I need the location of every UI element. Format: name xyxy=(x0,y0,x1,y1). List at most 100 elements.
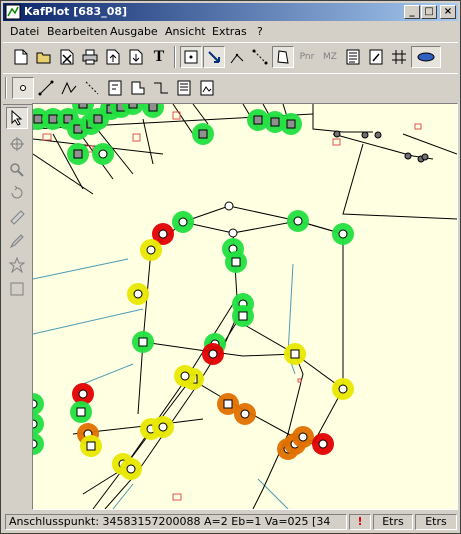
survey-point[interactable] xyxy=(33,419,38,429)
survey-point[interactable] xyxy=(198,129,208,139)
pencil-icon[interactable] xyxy=(6,230,28,252)
coordinate-system-2: Etrs xyxy=(415,514,457,530)
left-toolbar xyxy=(3,104,31,509)
survey-point[interactable] xyxy=(318,439,328,449)
zoom-icon[interactable] xyxy=(6,159,28,181)
survey-point[interactable] xyxy=(253,115,263,125)
survey-point[interactable] xyxy=(223,399,233,409)
survey-point[interactable] xyxy=(73,149,83,159)
menu-help[interactable]: ? xyxy=(257,25,263,38)
menu-ansicht[interactable]: Ansicht xyxy=(165,25,206,38)
new-file-icon[interactable] xyxy=(10,46,32,68)
export-file-icon[interactable] xyxy=(102,46,124,68)
anschlusspunkt-status: Anschlusspunkt: 34583157200088 A=2 Eb=1 … xyxy=(5,514,347,530)
menu-extras[interactable]: Extras xyxy=(212,25,247,38)
survey-point[interactable] xyxy=(238,311,248,321)
survey-point[interactable] xyxy=(270,117,280,127)
distance-line-icon[interactable] xyxy=(249,46,271,68)
survey-point[interactable] xyxy=(240,409,250,419)
menu-bearbeiten[interactable]: Bearbeiten xyxy=(47,25,107,38)
survey-point[interactable] xyxy=(286,119,296,129)
app-icon xyxy=(5,4,21,20)
survey-point[interactable] xyxy=(138,337,148,347)
mz-button[interactable]: MZ xyxy=(319,46,341,68)
text-tool-button[interactable]: T xyxy=(148,46,170,68)
survey-point[interactable] xyxy=(158,422,168,432)
star-icon[interactable] xyxy=(6,254,28,276)
survey-point[interactable] xyxy=(421,153,429,161)
survey-point[interactable] xyxy=(93,114,103,124)
survey-point[interactable] xyxy=(228,228,238,238)
survey-point[interactable] xyxy=(178,217,188,227)
pnr-button[interactable]: Pnr xyxy=(296,46,318,68)
point-tool-icon[interactable] xyxy=(12,77,34,99)
survey-points xyxy=(33,104,429,480)
survey-point[interactable] xyxy=(48,114,58,124)
survey-point[interactable] xyxy=(148,104,158,112)
maximize-button[interactable]: □ xyxy=(421,5,437,19)
survey-point[interactable] xyxy=(33,399,38,409)
survey-point[interactable] xyxy=(158,229,168,239)
line-tool-icon[interactable] xyxy=(35,77,57,99)
survey-point[interactable] xyxy=(208,349,218,359)
survey-point[interactable] xyxy=(224,201,234,211)
survey-point[interactable] xyxy=(33,114,43,124)
close-button[interactable]: × xyxy=(440,5,456,19)
survey-point[interactable] xyxy=(338,229,348,239)
toolbar-grip xyxy=(5,77,7,99)
text-block-icon[interactable] xyxy=(173,77,195,99)
rotate-icon[interactable] xyxy=(6,182,28,204)
survey-point[interactable] xyxy=(98,149,108,159)
menu-bar: Datei Bearbeiten Ausgabe Ansicht Extras … xyxy=(3,22,458,41)
minimize-button[interactable]: _ xyxy=(404,5,420,19)
crosshair-icon[interactable] xyxy=(6,133,28,155)
open-folder-icon[interactable] xyxy=(33,46,55,68)
survey-point[interactable] xyxy=(86,441,96,451)
ellipse-tool-icon[interactable] xyxy=(411,46,441,68)
delete-file-icon[interactable] xyxy=(56,46,78,68)
window-title: KafPlot [683_08] xyxy=(24,5,128,18)
survey-point[interactable] xyxy=(76,407,86,417)
survey-point[interactable] xyxy=(404,152,412,160)
rectangle-icon[interactable] xyxy=(6,278,28,300)
select-cursor-icon[interactable] xyxy=(6,107,28,129)
survey-point[interactable] xyxy=(133,289,143,299)
select-arrow-icon[interactable] xyxy=(203,46,225,68)
survey-point[interactable] xyxy=(33,439,38,449)
survey-point[interactable] xyxy=(361,131,369,139)
polyline-tool-icon[interactable] xyxy=(58,77,80,99)
step-line-icon[interactable] xyxy=(150,77,172,99)
menu-ausgabe[interactable]: Ausgabe xyxy=(110,25,158,38)
edit-document-icon[interactable] xyxy=(365,46,387,68)
ruler-icon[interactable] xyxy=(6,206,28,228)
print-icon[interactable] xyxy=(79,46,101,68)
survey-point[interactable] xyxy=(126,464,136,474)
map-canvas[interactable] xyxy=(32,103,458,510)
survey-point[interactable] xyxy=(290,349,300,359)
dashed-line-tool-icon[interactable] xyxy=(81,77,103,99)
import-file-icon[interactable] xyxy=(125,46,147,68)
angle-measure-icon[interactable] xyxy=(226,46,248,68)
parcel-sketch-icon[interactable] xyxy=(127,77,149,99)
survey-point[interactable] xyxy=(78,389,88,399)
survey-point[interactable] xyxy=(146,245,156,255)
document-list-icon[interactable] xyxy=(342,46,364,68)
image-document-icon[interactable] xyxy=(196,77,218,99)
survey-point[interactable] xyxy=(293,216,303,226)
warning-indicator: ! xyxy=(349,514,371,530)
survey-point[interactable] xyxy=(374,131,382,139)
survey-point[interactable] xyxy=(128,104,138,109)
parcel-shape-icon[interactable] xyxy=(272,46,294,68)
survey-point[interactable] xyxy=(298,432,308,442)
survey-point[interactable] xyxy=(338,384,348,394)
survey-point[interactable] xyxy=(78,104,88,109)
grid-icon[interactable] xyxy=(388,46,410,68)
point-frame-icon[interactable] xyxy=(180,46,202,68)
field-book-icon[interactable] xyxy=(104,77,126,99)
survey-point[interactable] xyxy=(333,130,341,138)
status-bar: Anschlusspunkt: 34583157200088 A=2 Eb=1 … xyxy=(3,512,458,532)
survey-point[interactable] xyxy=(180,371,190,381)
menu-datei[interactable]: Datei xyxy=(10,25,39,38)
title-bar[interactable]: KafPlot [683_08] _ □ × xyxy=(3,3,458,21)
survey-point[interactable] xyxy=(231,257,241,267)
